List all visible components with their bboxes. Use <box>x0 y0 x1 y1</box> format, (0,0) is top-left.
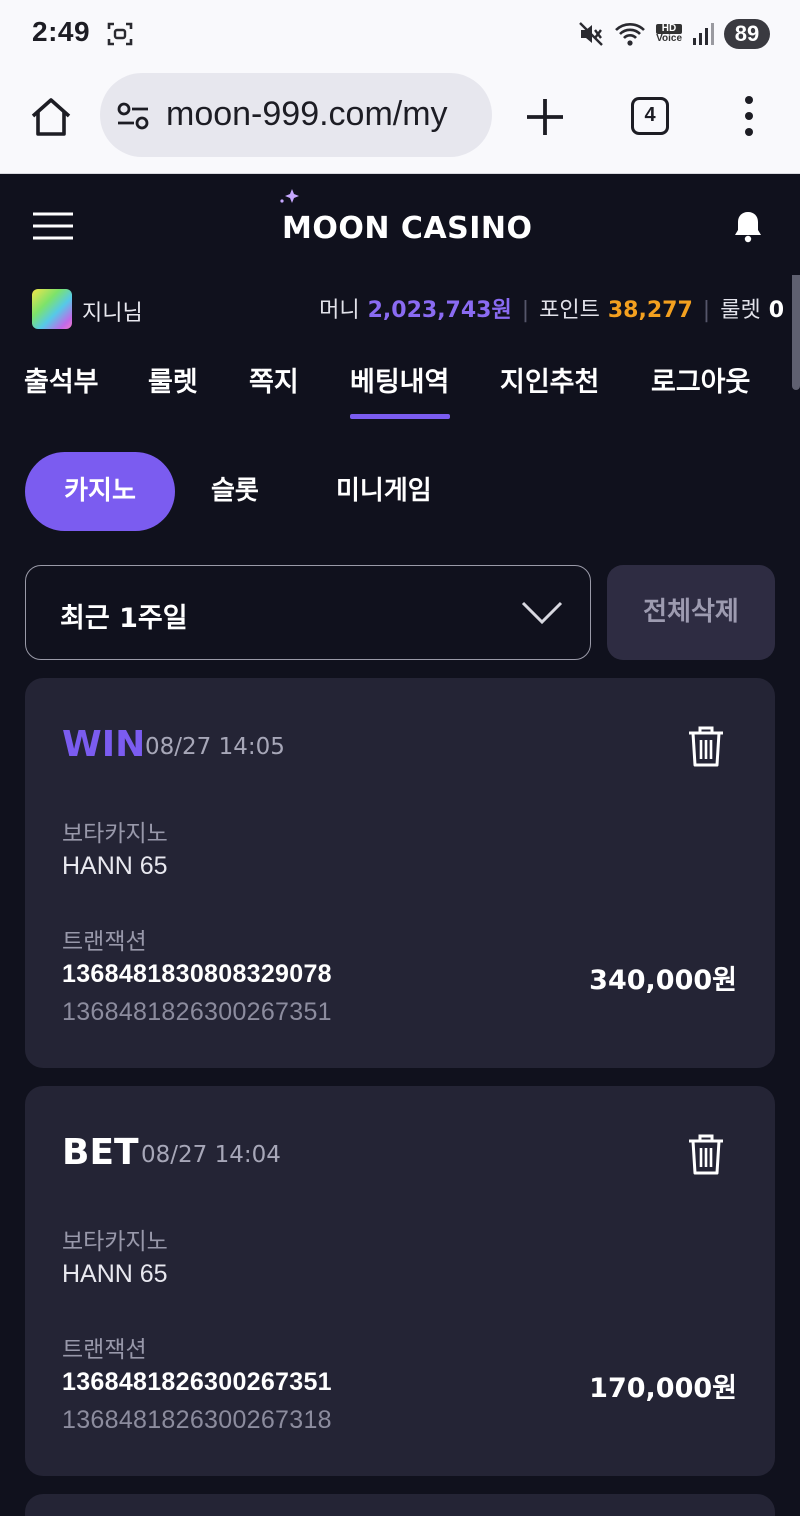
active-tab-indicator <box>350 414 450 419</box>
divider: | <box>521 298 530 323</box>
main-nav: 출석부 룰렛 쪽지 베팅내역 지인추천 로그아웃 <box>0 350 800 420</box>
screenshot-icon <box>107 22 133 46</box>
nav-logout[interactable]: 로그아웃 <box>651 360 750 399</box>
bet-record-card: WIN 08/27 14:05 보타카지노 HANN 65 트랜잭션 13684… <box>25 678 775 1068</box>
record-tx-id: 1368481826300267351 <box>62 1368 332 1396</box>
nav-roulette[interactable]: 룰렛 <box>148 360 198 399</box>
nav-betting-history[interactable]: 베팅내역 <box>350 360 449 399</box>
bet-record-card <box>25 1494 775 1516</box>
more-menu-icon[interactable] <box>736 94 762 140</box>
signal-icon <box>693 23 714 45</box>
notification-bell-icon[interactable] <box>732 209 764 243</box>
bet-record-card: BET 08/27 14:04 보타카지노 HANN 65 트랜잭션 13684… <box>25 1086 775 1476</box>
hamburger-menu-icon[interactable] <box>33 211 73 241</box>
nav-referral[interactable]: 지인추천 <box>500 360 599 399</box>
logo-moon-word: MOON <box>282 211 390 246</box>
money-label: 머니 <box>319 298 360 323</box>
tab-switcher-button[interactable]: 4 <box>631 97 669 135</box>
record-game: HANN 65 <box>62 1260 168 1288</box>
record-status: BET <box>62 1132 139 1173</box>
record-provider: 보타카지노 <box>62 821 168 847</box>
site-settings-icon[interactable] <box>116 101 150 131</box>
user-balances: 머니 2,023,743원 | 포인트 38,277 | 룰렛 0 <box>319 292 784 324</box>
tab-casino[interactable]: 카지노 <box>25 452 175 531</box>
trash-icon[interactable] <box>685 1132 727 1176</box>
new-tab-icon[interactable] <box>524 96 566 138</box>
roulette-label: 룰렛 <box>720 298 761 323</box>
status-time: 2:49 <box>32 16 91 47</box>
record-tx-label: 트랜잭션 <box>62 929 147 955</box>
status-icons: HD Voice 89 <box>578 16 770 52</box>
tab-minigame[interactable]: 미니게임 <box>336 452 432 531</box>
record-datetime: 08/27 14:04 <box>141 1142 281 1168</box>
period-select[interactable]: 최근 1주일 <box>25 565 591 660</box>
voice-label: Voice <box>656 33 682 44</box>
roulette-value: 0 <box>768 298 784 323</box>
avatar[interactable] <box>32 289 72 329</box>
status-bar: 2:49 HD Voice 89 <box>0 0 800 70</box>
point-label: 포인트 <box>539 298 600 323</box>
home-icon[interactable] <box>28 94 74 140</box>
record-amount: 170,000원 <box>589 1373 737 1404</box>
money-value: 2,023,743원 <box>367 298 512 323</box>
nav-attendance[interactable]: 출석부 <box>24 360 99 399</box>
tab-slot[interactable]: 슬롯 <box>211 452 259 531</box>
delete-all-button[interactable]: 전체삭제 <box>607 565 775 660</box>
record-game: HANN 65 <box>62 852 168 880</box>
record-tx-ref: 1368481826300267318 <box>62 1406 332 1434</box>
divider: | <box>702 298 711 323</box>
record-tx-id: 1368481830808329078 <box>62 960 332 988</box>
site-header: MOON CASINO <box>0 175 800 275</box>
address-bar[interactable]: moon-999.com/my <box>100 73 492 157</box>
logo-casino-word: CASINO <box>400 211 533 246</box>
game-category-tabs: 카지노 슬롯 미니게임 <box>0 452 800 532</box>
battery-indicator: 89 <box>724 19 770 49</box>
user-name[interactable]: 지니님 <box>82 295 143 327</box>
period-select-value: 최근 1주일 <box>60 603 188 634</box>
hd-voice-indicator: HD Voice <box>656 24 682 44</box>
logo-text: MOON CASINO <box>282 211 533 246</box>
chevron-down-icon <box>521 601 563 625</box>
browser-toolbar: moon-999.com/my 4 <box>0 70 800 174</box>
record-status: WIN <box>62 724 146 765</box>
url-text[interactable]: moon-999.com/my <box>166 95 448 134</box>
wifi-icon <box>615 23 645 46</box>
record-datetime: 08/27 14:05 <box>145 734 285 760</box>
nav-messages[interactable]: 쪽지 <box>249 360 299 399</box>
record-provider: 보타카지노 <box>62 1229 168 1255</box>
record-amount: 340,000원 <box>589 965 737 996</box>
user-info-bar: 지니님 머니 2,023,743원 | 포인트 38,277 | 룰렛 0 <box>0 282 800 334</box>
trash-icon[interactable] <box>685 724 727 768</box>
mute-icon <box>579 22 603 46</box>
point-value: 38,277 <box>607 298 693 323</box>
record-tx-ref: 1368481826300267351 <box>62 998 332 1026</box>
moon-casino-logo[interactable]: MOON CASINO <box>240 181 560 273</box>
record-tx-label: 트랜잭션 <box>62 1337 147 1363</box>
